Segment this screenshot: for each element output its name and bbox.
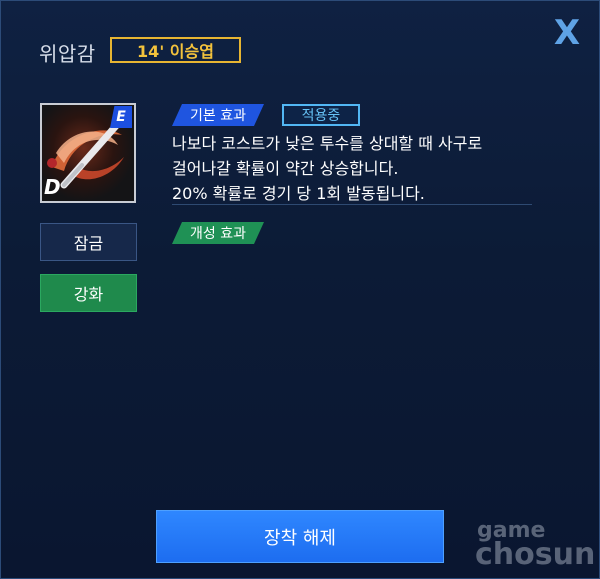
- basic-effect-tag: 기본 효과: [172, 104, 264, 126]
- effect-line: 나보다 코스트가 낮은 투수를 상대할 때 사구로: [172, 134, 483, 153]
- player-name-badge: 14' 이승엽: [110, 37, 241, 63]
- effect-line: 20% 확률로 경기 당 1회 발동됩니다.: [172, 184, 425, 203]
- effect-description: 나보다 코스트가 낮은 투수를 상대할 때 사구로 걸어나갈 확률이 약간 상승…: [172, 131, 532, 206]
- lock-button[interactable]: 잠금: [40, 223, 137, 261]
- upgrade-button[interactable]: 강화: [40, 274, 137, 312]
- applied-status-badge: 적용중: [282, 104, 360, 126]
- divider: [172, 204, 532, 205]
- grade-badge-bottom: D: [44, 175, 61, 199]
- effect-line: 걸어나갈 확률이 약간 상승합니다.: [172, 159, 399, 178]
- skill-detail-dialog: 위압감 14' 이승엽 X E D 잠금 강화 기본 효과 적용중 나보다 코스…: [0, 0, 600, 579]
- close-icon: X: [553, 13, 581, 53]
- watermark-logo: game chosun: [475, 519, 596, 572]
- watermark-line2: chosun: [475, 537, 596, 572]
- close-button[interactable]: X: [549, 13, 585, 53]
- skill-card: E D: [40, 103, 136, 203]
- trait-effect-tag: 개성 효과: [172, 222, 264, 244]
- unequip-button[interactable]: 장착 해제: [156, 510, 444, 563]
- skill-title: 위압감: [39, 42, 96, 66]
